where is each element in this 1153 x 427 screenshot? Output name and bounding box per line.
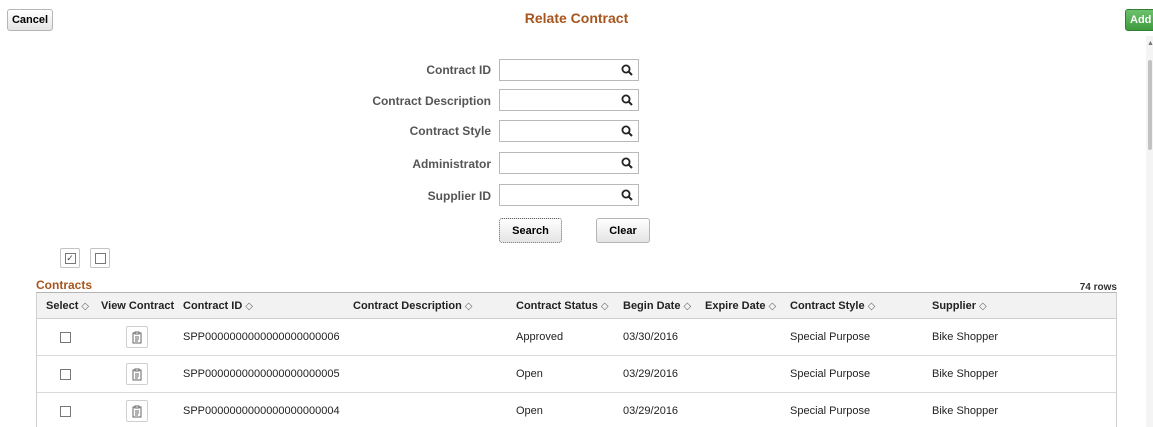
column-header-contract-id[interactable]: Contract ID ◇ bbox=[183, 300, 253, 312]
column-header-supplier[interactable]: Supplier ◇ bbox=[932, 300, 987, 312]
search-button[interactable]: Search bbox=[499, 218, 562, 243]
search-icon[interactable] bbox=[620, 124, 634, 138]
begin-date-cell: 03/29/2016 bbox=[623, 368, 679, 380]
sort-icon[interactable]: ◇ bbox=[979, 301, 987, 312]
contract-description-label: Contract Description bbox=[372, 94, 491, 108]
contract-id-field[interactable] bbox=[499, 59, 639, 81]
view-contract-button[interactable] bbox=[126, 363, 148, 385]
scroll-up-arrow-icon[interactable]: ▲ bbox=[1147, 40, 1153, 47]
grid-header: Select ◇ View Contract Contract ID ◇ Contr… bbox=[37, 293, 1116, 319]
contract-id-cell: SPP0000000000000000000006 bbox=[183, 331, 340, 343]
row-select-checkbox[interactable] bbox=[60, 369, 71, 380]
row-select-checkbox[interactable] bbox=[60, 406, 71, 417]
scrollbar-thumb[interactable] bbox=[1148, 60, 1152, 150]
contract-status-cell: Open bbox=[516, 405, 543, 417]
administrator-field[interactable] bbox=[499, 152, 639, 174]
contract-style-input[interactable] bbox=[500, 121, 612, 141]
begin-date-cell: 03/29/2016 bbox=[623, 405, 679, 417]
view-contract-button[interactable] bbox=[126, 400, 148, 422]
column-header-view-contract: View Contract bbox=[101, 300, 175, 312]
sort-icon[interactable]: ◇ bbox=[868, 301, 876, 312]
table-row: SPP0000000000000000000005 Open 03/29/201… bbox=[37, 356, 1116, 393]
contract-style-label: Contract Style bbox=[409, 124, 491, 138]
row-select-checkbox[interactable] bbox=[60, 332, 71, 343]
deselect-all-button[interactable] bbox=[90, 248, 110, 268]
column-header-contract-status[interactable]: Contract Status ◇ bbox=[516, 300, 609, 312]
table-row: SPP0000000000000000000006 Approved 03/30… bbox=[37, 319, 1116, 356]
document-icon bbox=[132, 405, 142, 417]
search-icon[interactable] bbox=[620, 63, 634, 77]
page-header: Cancel Relate Contract Add bbox=[0, 0, 1153, 36]
supplier-cell: Bike Shopper bbox=[932, 405, 999, 417]
column-header-expire-date[interactable]: Expire Date ◇ bbox=[705, 300, 776, 312]
contract-style-cell: Special Purpose bbox=[790, 405, 871, 417]
empty-box-icon bbox=[94, 252, 106, 264]
document-icon bbox=[132, 331, 142, 343]
column-header-contract-style[interactable]: Contract Style ◇ bbox=[790, 300, 875, 312]
sort-icon[interactable]: ◇ bbox=[769, 301, 777, 312]
sort-icon[interactable]: ◇ bbox=[465, 301, 473, 312]
supplier-cell: Bike Shopper bbox=[932, 368, 999, 380]
supplier-id-label: Supplier ID bbox=[427, 189, 491, 203]
contract-description-input[interactable] bbox=[500, 90, 612, 110]
contract-style-cell: Special Purpose bbox=[790, 331, 871, 343]
view-contract-button[interactable] bbox=[126, 326, 148, 348]
document-icon bbox=[132, 368, 142, 380]
contract-style-cell: Special Purpose bbox=[790, 368, 871, 380]
search-icon[interactable] bbox=[620, 188, 634, 202]
column-header-contract-description[interactable]: Contract Description ◇ bbox=[353, 300, 473, 312]
sort-icon[interactable]: ◇ bbox=[683, 301, 691, 312]
column-header-select[interactable]: Select ◇ bbox=[46, 300, 89, 312]
contract-id-cell: SPP0000000000000000000004 bbox=[183, 405, 340, 417]
contract-id-label: Contract ID bbox=[426, 63, 491, 77]
begin-date-cell: 03/30/2016 bbox=[623, 331, 679, 343]
page-title: Relate Contract bbox=[524, 10, 629, 26]
select-all-button[interactable]: ✓ bbox=[60, 248, 80, 268]
contract-description-field[interactable] bbox=[499, 89, 639, 111]
supplier-id-field[interactable] bbox=[499, 184, 639, 206]
add-button[interactable]: Add bbox=[1125, 9, 1153, 31]
supplier-id-input[interactable] bbox=[500, 185, 612, 205]
grid-title: Contracts bbox=[36, 278, 93, 292]
supplier-cell: Bike Shopper bbox=[932, 331, 999, 343]
clear-button[interactable]: Clear bbox=[596, 218, 650, 243]
contract-status-cell: Approved bbox=[516, 331, 564, 343]
contract-id-input[interactable] bbox=[500, 60, 612, 80]
contract-id-cell: SPP0000000000000000000005 bbox=[183, 368, 340, 380]
search-icon[interactable] bbox=[620, 93, 634, 107]
contracts-grid: Select ◇ View Contract Contract ID ◇ Contr… bbox=[36, 292, 1117, 427]
administrator-label: Administrator bbox=[412, 157, 491, 171]
contract-style-field[interactable] bbox=[499, 120, 639, 142]
sort-icon[interactable]: ◇ bbox=[601, 301, 609, 312]
contract-status-cell: Open bbox=[516, 368, 543, 380]
sort-icon[interactable]: ◇ bbox=[245, 301, 253, 312]
search-icon[interactable] bbox=[620, 156, 634, 170]
checked-box-icon: ✓ bbox=[64, 252, 76, 264]
administrator-input[interactable] bbox=[500, 153, 612, 173]
column-header-begin-date[interactable]: Begin Date ◇ bbox=[623, 300, 691, 312]
table-row: SPP0000000000000000000004 Open 03/29/201… bbox=[37, 393, 1116, 427]
sort-icon[interactable]: ◇ bbox=[81, 301, 89, 312]
